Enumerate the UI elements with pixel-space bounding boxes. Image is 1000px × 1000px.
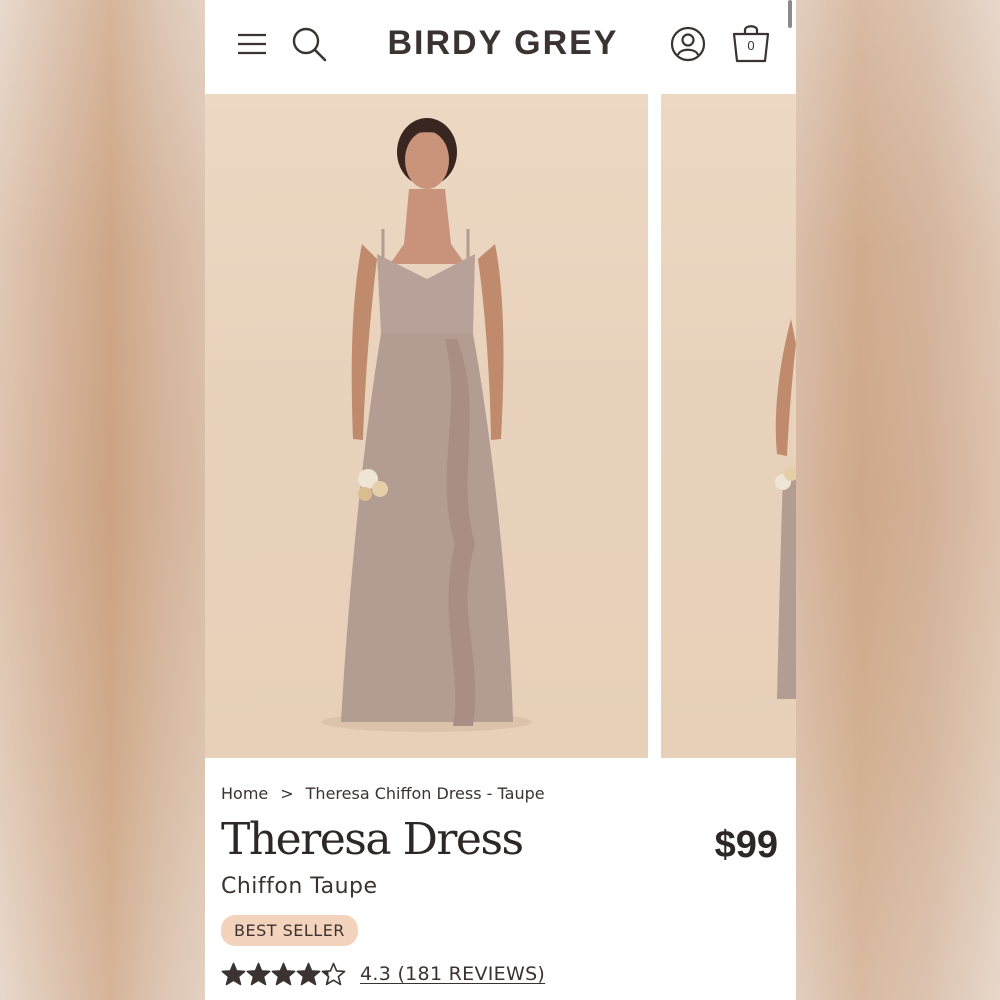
product-rating[interactable]: 4.3 (181 REVIEWS) (221, 958, 545, 990)
product-photo-side[interactable] (661, 94, 796, 758)
breadcrumb-separator: > (280, 784, 294, 803)
dress-side-illustration (775, 319, 796, 699)
product-price: $99 (714, 824, 778, 866)
site-header: BIRDY GREY 0 (205, 0, 796, 94)
star-full-icon (296, 962, 321, 985)
product-gallery[interactable] (205, 94, 796, 758)
product-title: Theresa Dress (221, 814, 524, 865)
search-icon[interactable] (291, 26, 327, 62)
brand-logo[interactable]: BIRDY GREY (375, 24, 631, 63)
breadcrumb-home[interactable]: Home (221, 784, 268, 803)
breadcrumb: Home > Theresa Chiffon Dress - Taupe (221, 784, 545, 803)
product-subtitle: Chiffon Taupe (221, 874, 378, 899)
star-full-icon (221, 962, 246, 985)
reviews-link[interactable]: 4.3 (181 REVIEWS) (360, 963, 545, 985)
star-full-icon (271, 962, 296, 985)
rating-stars (221, 962, 346, 987)
star-partial-icon (321, 962, 346, 985)
mobile-page: BIRDY GREY 0 Home > Theresa Chiffon Dres… (205, 0, 796, 1000)
dress-model-illustration (322, 118, 532, 732)
breadcrumb-current[interactable]: Theresa Chiffon Dress - Taupe (306, 784, 545, 803)
star-full-icon (246, 962, 271, 985)
shopping-bag-button[interactable]: 0 (731, 22, 771, 64)
product-photo-front[interactable] (205, 94, 648, 758)
cart-count: 0 (747, 38, 755, 53)
best-seller-badge: BEST SELLER (221, 915, 358, 946)
menu-icon[interactable] (237, 32, 267, 56)
account-icon[interactable] (670, 26, 706, 62)
